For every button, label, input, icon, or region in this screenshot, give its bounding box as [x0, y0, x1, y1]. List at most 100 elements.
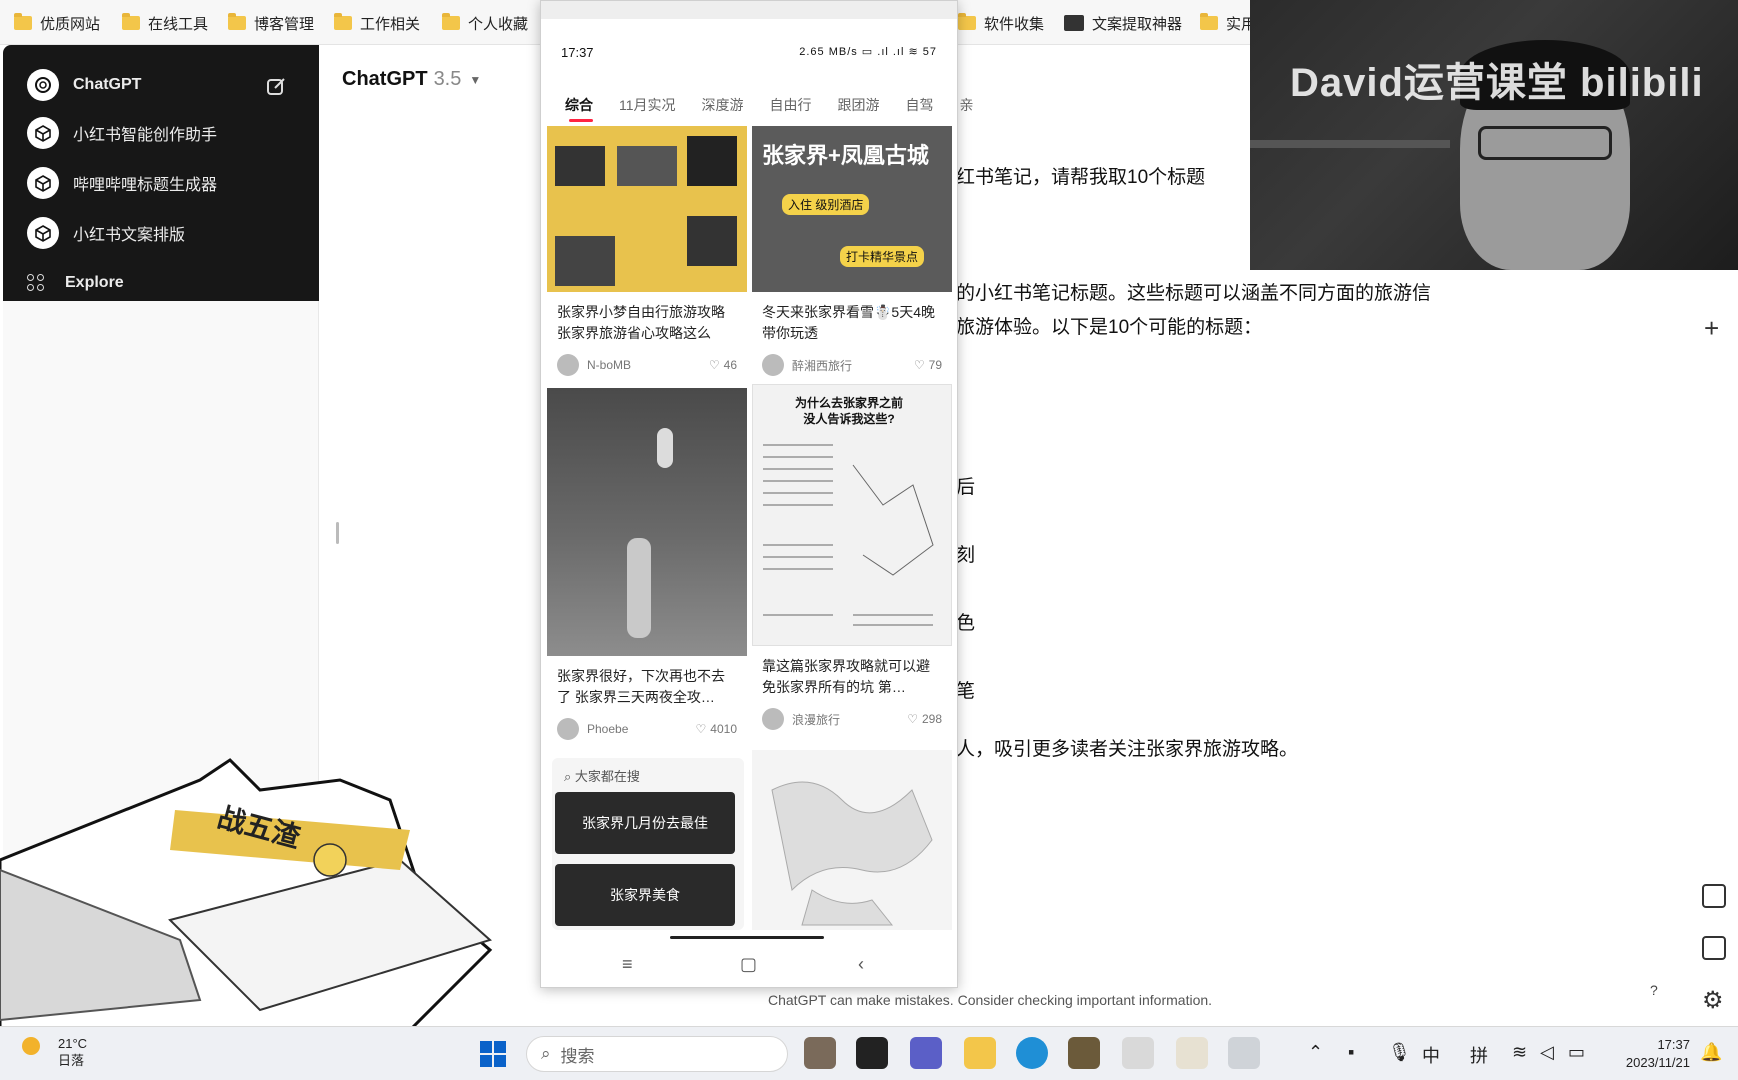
avatar	[557, 718, 579, 740]
sidebar-toggle-icon[interactable]	[1702, 936, 1726, 960]
app-black-icon[interactable]	[856, 1037, 888, 1069]
tab-free[interactable]: 自由行	[770, 95, 812, 115]
note-card-map[interactable]	[752, 750, 952, 930]
folder-icon	[228, 13, 246, 30]
note-author: N-boMB	[587, 358, 632, 372]
menu-icon[interactable]: ≡	[622, 954, 633, 975]
help-icon[interactable]: ?	[1650, 982, 1658, 998]
chat-line: 人，吸引更多读者关注张家界旅游攻略。	[956, 739, 1299, 760]
model-selector[interactable]: ChatGPT 3.5 ▼	[342, 68, 481, 91]
note-author: Phoebe	[587, 722, 629, 736]
chat-line: 旅游体验。以下是10个可能的标题：	[956, 317, 1263, 338]
phone-window-titlebar[interactable]	[541, 1, 957, 19]
app-pre-icon[interactable]	[804, 1037, 836, 1069]
sidebar-item-xhs-assistant[interactable]: 小红书智能创作助手	[27, 115, 217, 151]
note-title: 张家界很好，下次再也不去了 张家界三天两夜全攻…	[557, 668, 725, 705]
like-count[interactable]: ♡ 46	[709, 358, 737, 372]
battery-icon[interactable]: ▭	[1568, 1042, 1585, 1063]
weather-widget[interactable]: 21°C 日落	[58, 1035, 87, 1069]
like-count[interactable]: ♡ 298	[907, 712, 942, 726]
note-card[interactable]: 张家界很好，下次再也不去了 张家界三天两夜全攻… Phoebe ♡ 4010	[547, 388, 747, 740]
ime-pinyin[interactable]: 拼	[1470, 1042, 1488, 1068]
phone-link-icon[interactable]	[1228, 1037, 1260, 1069]
sidebar-item-xhs-layout[interactable]: 小红书文案排版	[27, 215, 185, 251]
gear-icon[interactable]: ⚙	[1702, 986, 1724, 1015]
wifi-icon[interactable]: ≋	[1512, 1042, 1527, 1063]
bookmark-extractor[interactable]: 文案提取神器	[1064, 12, 1182, 34]
openai-logo-icon	[27, 69, 59, 101]
sidebar-item-bilibili-title[interactable]: 哔哩哔哩标题生成器	[27, 165, 217, 201]
phone-status-icons: 2.65 MB/s ▭ .ıl .ıl ≋ 57	[799, 46, 937, 58]
folder-icon	[334, 13, 352, 30]
back-icon[interactable]: ‹	[858, 954, 864, 975]
tab-deep[interactable]: 深度游	[702, 95, 744, 115]
tab-more[interactable]: 亲	[960, 95, 974, 115]
tray-overflow-icon[interactable]: ⌃	[1308, 1042, 1323, 1063]
edge-icon[interactable]	[1016, 1037, 1048, 1069]
bookmark-work[interactable]: 工作相关	[334, 12, 420, 34]
sidebar-item-chatgpt[interactable]: ChatGPT	[27, 67, 141, 103]
bookmark-personal[interactable]: 个人收藏	[442, 12, 528, 34]
folder-icon	[14, 13, 32, 30]
like-count[interactable]: ♡ 79	[914, 358, 942, 372]
ime-mode[interactable]: 中	[1422, 1042, 1440, 1068]
note-meta: N-boMB ♡ 46	[547, 354, 747, 376]
notification-bell-icon[interactable]: 🔔	[1700, 1042, 1722, 1063]
bookmark-tools[interactable]: 在线工具	[122, 12, 208, 34]
note-title: 张家界小梦自由行旅游攻略 张家界旅游省心攻略这么	[557, 304, 725, 341]
suggestion-chip[interactable]: 张家界美食	[555, 864, 735, 926]
taskbar-search[interactable]: ⌕ 搜索	[526, 1036, 788, 1072]
webcam-watermark: David运营课堂 bilibili	[1290, 61, 1704, 105]
cube-icon	[27, 217, 59, 249]
note-card[interactable]: 为什么去张家界之前 没人告诉我这些? 靠这篇张家界攻略就可以避免张家界所有的坑 …	[752, 384, 952, 730]
weather-icon	[22, 1037, 40, 1055]
note-title: 冬天来张家界看雪☃️5天4晚带你玩透	[762, 304, 936, 341]
tray-app-icon[interactable]: ▪	[1348, 1042, 1354, 1063]
note-meta: 浪漫旅行 ♡ 298	[752, 708, 952, 730]
tab-drive[interactable]: 自驾	[906, 95, 934, 115]
chat-line: 后	[956, 477, 976, 498]
cube-icon	[27, 167, 59, 199]
home-icon[interactable]: ▢	[740, 954, 757, 975]
explore-icon	[27, 274, 45, 292]
taskbar-clock[interactable]: 17:37 2023/11/21	[1610, 1036, 1690, 1072]
microphone-icon[interactable]: 🎙	[1388, 1042, 1411, 1063]
chat-line: 色	[956, 613, 976, 634]
notepad-icon[interactable]	[1122, 1037, 1154, 1069]
tab-all[interactable]: 综合	[565, 95, 593, 122]
plus-icon[interactable]: +	[1704, 313, 1719, 344]
note-author: 醉湘西旅行	[792, 358, 853, 373]
like-count[interactable]: ♡ 4010	[696, 722, 737, 736]
cover-tag: 入住 级别酒店	[782, 194, 870, 215]
volume-icon[interactable]: ◁	[1540, 1042, 1554, 1063]
tab-november[interactable]: 11月实况	[619, 95, 676, 115]
note-cover-image	[547, 388, 747, 656]
heart-icon: ♡	[695, 722, 707, 736]
new-chat-icon[interactable]	[265, 75, 287, 97]
note-card[interactable]: 张家界小梦自由行旅游攻略 张家界旅游省心攻略这么 N-boMB ♡ 46	[547, 126, 747, 376]
app-film-icon[interactable]	[1068, 1037, 1100, 1069]
note-cover-image	[547, 126, 747, 292]
note-meta: 醉湘西旅行 ♡ 79	[752, 354, 952, 376]
note-author: 浪漫旅行	[792, 712, 841, 727]
home-indicator	[670, 936, 824, 939]
bookmark-youzhi[interactable]: 优质网站	[14, 12, 100, 34]
suggestion-chip[interactable]: 张家界几月份去最佳	[555, 792, 735, 854]
file-explorer-icon[interactable]	[964, 1037, 996, 1069]
tab-group[interactable]: 跟团游	[838, 95, 880, 115]
bookmark-practical[interactable]: 实用	[1200, 12, 1256, 34]
resize-handle[interactable]	[336, 522, 339, 544]
heart-icon: ♡	[708, 358, 720, 372]
teams-icon[interactable]	[910, 1037, 942, 1069]
app-icon	[1064, 15, 1084, 31]
screenshot-icon[interactable]	[1702, 884, 1726, 908]
bookmark-blog[interactable]: 博客管理	[228, 12, 314, 34]
windows-start-icon[interactable]	[480, 1041, 506, 1067]
note-card[interactable]: 张家界+凤凰古城 入住 级别酒店 打卡精华景点 冬天来张家界看雪☃️5天4晚带你…	[752, 126, 952, 376]
folder-icon	[122, 13, 140, 30]
search-suggestions-heading: ⌕ 大家都在搜	[564, 769, 640, 784]
bookmark-software[interactable]: 软件收集	[958, 12, 1044, 34]
folder-icon	[1200, 13, 1218, 30]
app-paint-icon[interactable]	[1176, 1037, 1208, 1069]
sidebar-item-explore[interactable]: Explore	[17, 265, 124, 301]
